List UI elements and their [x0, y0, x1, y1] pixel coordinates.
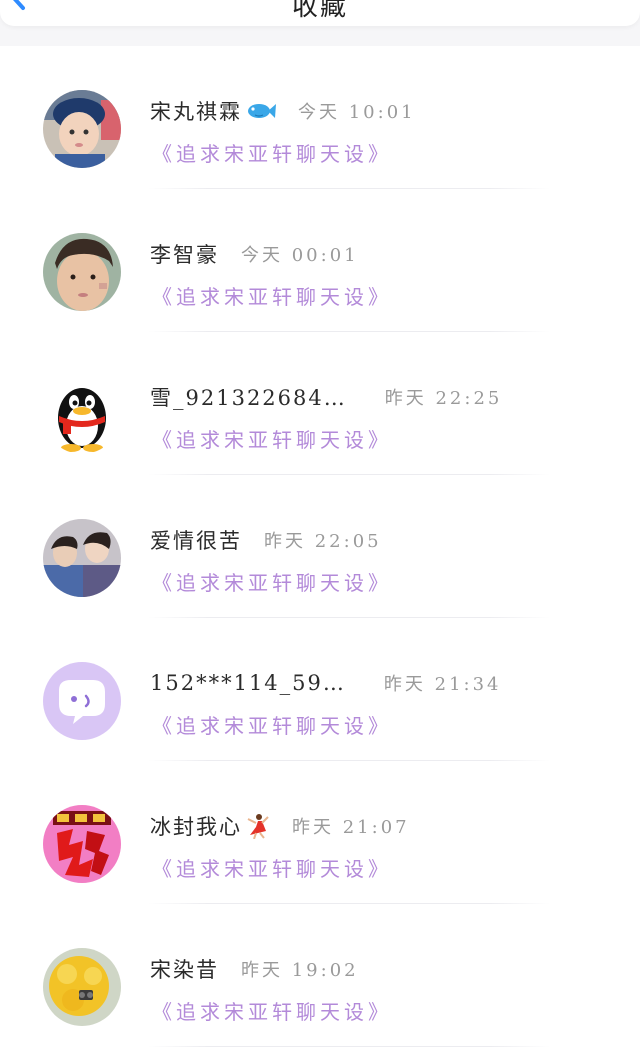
page-title: 收藏: [291, 0, 348, 22]
list-item[interactable]: 李智豪 今天 00:01 《追求宋亚轩聊天设》: [0, 189, 640, 332]
contact-name: 冰封我心: [150, 815, 242, 839]
avatar[interactable]: [43, 662, 121, 740]
contact-name: 雪_921322684…: [150, 386, 347, 410]
avatar[interactable]: [43, 519, 121, 597]
name-line: 152***114_59… 昨天 21:34: [150, 668, 502, 698]
name-line: 宋丸祺霖 今天 10:01: [150, 96, 416, 126]
dancer-emoji-icon: [246, 813, 270, 839]
list-item[interactable]: 雪_921322684… 昨天 22:25 《追求宋亚轩聊天设》: [0, 332, 640, 475]
avatar[interactable]: [43, 233, 121, 311]
qq-penguin-avatar: [43, 376, 121, 454]
avatar[interactable]: [43, 90, 121, 168]
chat-topic: 《追求宋亚轩聊天设》: [152, 857, 392, 881]
top-bar: 收藏: [0, 0, 640, 26]
timestamp: 昨天 19:02: [241, 960, 359, 981]
chat-topic: 《追求宋亚轩聊天设》: [152, 142, 392, 166]
timestamp: 昨天 21:34: [383, 674, 502, 695]
chat-topic: 《追求宋亚轩聊天设》: [152, 714, 392, 738]
list-item[interactable]: 宋丸祺霖 今天 10:01 《追求宋亚轩聊天设》: [0, 46, 640, 189]
contact-name: 宋染昔: [150, 958, 219, 982]
yuan-character-avatar: [43, 805, 121, 883]
yellow-flower-avatar: [43, 948, 121, 1026]
avatar[interactable]: [43, 376, 121, 454]
timestamp: 今天 10:01: [298, 102, 416, 123]
chat-bubble-avatar: [43, 662, 121, 740]
timestamp: 昨天 22:25: [384, 388, 503, 409]
name-line: 雪_921322684… 昨天 22:25: [150, 382, 502, 412]
timestamp: 今天 00:01: [241, 245, 359, 266]
contact-name: 152***114_59…: [150, 671, 346, 695]
avatar[interactable]: [43, 805, 121, 883]
name-line: 爱情很苦 昨天 22:05: [150, 525, 382, 555]
chat-topic: 《追求宋亚轩聊天设》: [152, 428, 392, 452]
avatar[interactable]: [43, 948, 121, 1026]
list-item[interactable]: 爱情很苦 昨天 22:05 《追求宋亚轩聊天设》: [0, 475, 640, 618]
name-line: 李智豪 今天 00:01: [150, 239, 359, 269]
favorites-list: 宋丸祺霖 今天 10:01 《追求宋亚轩聊天设》 李智豪 今天 00:01 《追…: [0, 46, 640, 1058]
contact-name: 宋丸祺霖: [150, 100, 242, 124]
list-item[interactable]: 冰封我心 昨天 21:07 《追求宋亚轩聊天设》: [0, 761, 640, 904]
fish-emoji-icon: [246, 101, 276, 121]
list-item[interactable]: 152***114_59… 昨天 21:34 《追求宋亚轩聊天设》: [0, 618, 640, 761]
timestamp: 昨天 21:07: [292, 817, 410, 838]
couple-avatar: [43, 519, 121, 597]
chat-topic: 《追求宋亚轩聊天设》: [152, 1000, 392, 1024]
name-line: 宋染昔 昨天 19:02: [150, 954, 359, 984]
boy-avatar: [43, 233, 121, 311]
child-avatar: [43, 90, 121, 168]
name-line: 冰封我心 昨天 21:07: [150, 811, 410, 841]
list-item[interactable]: 宋染昔 昨天 19:02 《追求宋亚轩聊天设》: [0, 904, 640, 1047]
chat-topic: 《追求宋亚轩聊天设》: [152, 285, 392, 309]
contact-name: 爱情很苦: [150, 529, 242, 553]
contact-name: 李智豪: [150, 243, 219, 267]
divider: [148, 1046, 550, 1047]
timestamp: 昨天 22:05: [264, 531, 382, 552]
chat-topic: 《追求宋亚轩聊天设》: [152, 571, 392, 595]
